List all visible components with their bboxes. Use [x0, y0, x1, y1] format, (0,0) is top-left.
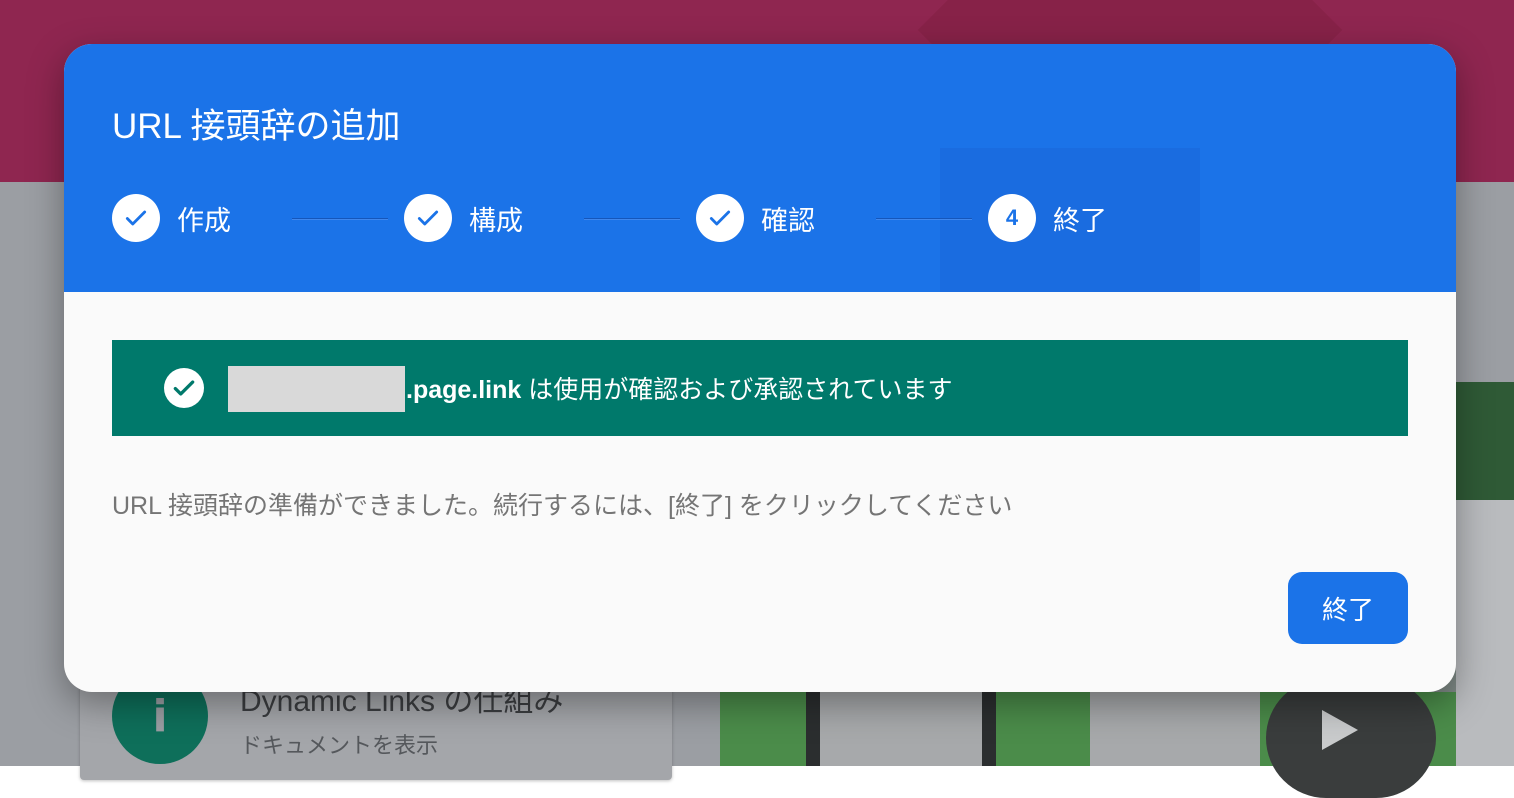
step-connector [584, 218, 680, 220]
success-banner: .page.link は使用が確認および承認されています [112, 340, 1408, 436]
step-finish: 4 終了 [988, 194, 1107, 242]
step-verify: 確認 [696, 194, 815, 242]
add-url-prefix-dialog: URL 接頭辞の追加 作成 構成 確認 4 終了 .page.link は使用が… [64, 44, 1456, 692]
dialog-header: URL 接頭辞の追加 作成 構成 確認 4 終了 [64, 44, 1456, 292]
redacted-domain [228, 366, 405, 412]
step-create: 作成 [112, 194, 231, 242]
banner-message: .page.link は使用が確認および承認されています [406, 370, 953, 406]
step-connector [292, 218, 388, 220]
finish-button[interactable]: 終了 [1288, 572, 1408, 644]
check-icon [696, 194, 744, 242]
step-connector [876, 218, 972, 220]
domain-suffix: .page.link [406, 376, 522, 404]
check-icon [404, 194, 452, 242]
step-label: 終了 [1053, 205, 1107, 236]
dialog-title: URL 接頭辞の追加 [112, 107, 401, 146]
step-number: 4 [988, 194, 1036, 242]
banner-status-text: は使用が確認および承認されています [521, 376, 953, 404]
step-configure: 構成 [404, 194, 523, 242]
check-icon [112, 194, 160, 242]
ready-message: URL 接頭辞の準備ができました。続行するには、[終了] をクリックしてください [112, 492, 1013, 520]
check-circle-icon [164, 368, 204, 408]
step-label: 作成 [177, 205, 231, 236]
step-label: 確認 [761, 205, 815, 236]
step-label: 構成 [469, 205, 523, 236]
